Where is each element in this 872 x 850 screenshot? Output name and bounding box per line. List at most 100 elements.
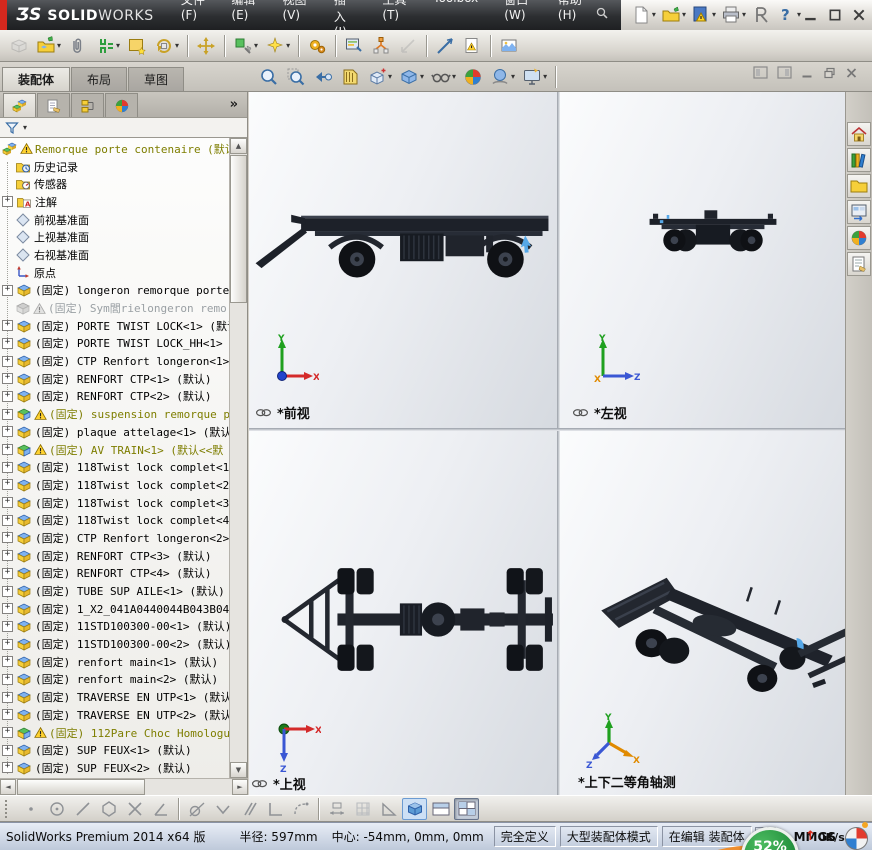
mate-button[interactable]: ▾ [92, 33, 123, 59]
tree-item[interactable]: + (固定) longeron remorque porte [0, 282, 230, 300]
open-folder-button[interactable]: ▾ [659, 4, 688, 26]
print-button[interactable]: ▾ [719, 4, 748, 26]
expand-icon[interactable]: + [2, 567, 13, 579]
viewport-front[interactable]: Y X *前视 [249, 92, 557, 428]
sk-trace-button[interactable] [288, 798, 313, 820]
tree-item[interactable]: + (固定) CTP Renfort longeron<2> [0, 529, 230, 547]
expand-icon[interactable]: + [2, 196, 13, 208]
tree-item[interactable]: Remorque porte contenaire (默认 [0, 140, 230, 158]
expand-icon[interactable]: + [2, 550, 13, 562]
tree-item[interactable]: + (固定) renfort main<2> (默认) [0, 671, 230, 689]
tree-item[interactable]: + (固定) 118Twist lock complet<2> [0, 476, 230, 494]
tree-item[interactable]: + A 注解 [0, 193, 230, 211]
tree-item[interactable]: + (固定) PORTE TWIST LOCK<1> (默认 [0, 317, 230, 335]
expand-icon[interactable]: + [2, 373, 13, 385]
view-orientation-button[interactable]: ▾ [364, 64, 395, 90]
sk-polygon-button[interactable] [96, 798, 121, 820]
sk-cross-button[interactable] [122, 798, 147, 820]
sk-angle-button[interactable] [148, 798, 173, 820]
zoom-fit-button[interactable] [256, 64, 282, 90]
expand-icon[interactable]: + [2, 408, 13, 420]
dropdown-arrow-icon[interactable]: ▾ [742, 11, 746, 19]
sk-parallel-button[interactable] [236, 798, 261, 820]
tree-item[interactable]: 右视基准面 [0, 246, 230, 264]
tree-item[interactable]: + (固定) renfort main<1> (默认) [0, 653, 230, 671]
snapshot-button[interactable] [496, 33, 522, 59]
dropdown-arrow-icon[interactable]: ▾ [420, 73, 424, 81]
expand-icon[interactable]: + [2, 727, 13, 739]
tree-item[interactable]: + (固定) 118Twist lock complet<4> [0, 511, 230, 529]
tree-filter-bar[interactable]: ▾ [0, 117, 247, 138]
tree-item[interactable]: (固定) Sym閭rielongeron remo [0, 299, 230, 317]
expand-icon[interactable]: + [2, 390, 13, 402]
model-left-view[interactable] [644, 206, 782, 266]
previous-view-button[interactable] [310, 64, 336, 90]
viewport-left[interactable]: Y Z X *左视 [560, 92, 845, 428]
viewport-splitter-horizontal[interactable] [249, 428, 845, 431]
dropdown-arrow-icon[interactable]: ▾ [652, 11, 656, 19]
dropdown-arrow-icon[interactable]: ▾ [797, 11, 801, 19]
expand-icon[interactable]: + [2, 479, 13, 491]
doc-restore-button[interactable] [823, 67, 836, 79]
model-top-view[interactable] [281, 549, 553, 690]
toolbar-drag-handle[interactable] [5, 799, 12, 818]
tree-item[interactable]: 前视基准面 [0, 211, 230, 229]
tree-item[interactable]: + (固定) suspension remorque p [0, 405, 230, 423]
tree-item[interactable]: + (固定) SUP FEUX<1> (默认) [0, 741, 230, 759]
file-explorer-button[interactable] [847, 174, 871, 198]
tree-item[interactable]: + (固定) CTP Renfort longeron<1> [0, 352, 230, 370]
scroll-up-icon[interactable]: ▲ [230, 138, 247, 154]
dropdown-arrow-icon[interactable]: ▾ [452, 73, 456, 81]
tree-item[interactable]: + (固定) SUP FEUX<2> (默认) [0, 759, 230, 777]
tree-item[interactable]: + (固定) TUBE SUP AILE<1> (默认) [0, 582, 230, 600]
tree-item[interactable]: + (固定) TRAVERSE EN UTP<2> (默认 [0, 706, 230, 724]
horizontal-scroll-thumb[interactable] [17, 779, 145, 795]
sk-dim-button[interactable] [324, 798, 349, 820]
dropdown-arrow-icon[interactable]: ▾ [116, 41, 120, 50]
expand-icon[interactable]: + [2, 461, 13, 473]
restore-button[interactable] [828, 9, 842, 22]
view-settings-button[interactable]: ▾ [519, 64, 550, 90]
filter-dropdown-icon[interactable]: ▾ [23, 123, 27, 132]
dropdown-arrow-icon[interactable]: ▾ [57, 41, 61, 50]
expand-icon[interactable]: + [2, 444, 13, 456]
vp-two-button[interactable] [428, 798, 453, 820]
featuremanager-tab[interactable] [3, 93, 36, 117]
expand-icon[interactable]: + [2, 620, 13, 632]
tree-item[interactable]: + (固定) RENFORT CTP<3> (默认) [0, 547, 230, 565]
sk-point-button[interactable] [18, 798, 43, 820]
dropdown-arrow-icon[interactable]: ▾ [682, 11, 686, 19]
help-button[interactable]: ? ▾ [774, 4, 803, 26]
tree-item[interactable]: 传感器 [0, 175, 230, 193]
expand-icon[interactable]: + [2, 320, 13, 332]
tree-item[interactable]: + (固定) AV TRAIN<1> (默认<<默 [0, 441, 230, 459]
tab-layout[interactable]: 布局 [71, 67, 128, 91]
scroll-right-icon[interactable]: ► [232, 779, 248, 795]
expand-icon[interactable]: + [2, 656, 13, 668]
tree-item[interactable]: + (固定) plaque attelage<1> (默认 [0, 423, 230, 441]
scene-button[interactable]: ▾ [487, 64, 518, 90]
custom-properties-button[interactable] [847, 252, 871, 276]
assembly-visualization-button[interactable] [341, 33, 367, 59]
tab-assembly[interactable]: 装配体 [2, 67, 71, 91]
sk-tangent-button[interactable] [184, 798, 209, 820]
expand-icon[interactable]: + [2, 762, 13, 774]
zoom-area-button[interactable] [283, 64, 309, 90]
doc-warning-button[interactable]: ▾ [689, 4, 718, 26]
vp-single-button[interactable] [402, 797, 427, 820]
model-front-view[interactable] [255, 188, 553, 282]
expand-icon[interactable]: + [2, 514, 13, 526]
appearances-pane-button[interactable] [847, 226, 871, 250]
dropdown-arrow-icon[interactable]: ▾ [175, 41, 179, 50]
move-component-button[interactable] [193, 33, 219, 59]
tree-item[interactable]: + (固定) 118Twist lock complet<3> [0, 494, 230, 512]
smart-fasteners-button[interactable]: ▾ [230, 33, 261, 59]
doc-minimize-button[interactable] [801, 67, 814, 79]
expand-icon[interactable]: + [2, 426, 13, 438]
dropdown-arrow-icon[interactable]: ▾ [286, 41, 290, 50]
scroll-down-icon[interactable]: ▼ [230, 762, 247, 778]
propertymanager-tab[interactable] [37, 93, 70, 117]
display-style-button[interactable]: ▾ [396, 64, 427, 90]
edit-component-button[interactable] [6, 33, 32, 59]
sk-tri-button[interactable] [376, 798, 401, 820]
